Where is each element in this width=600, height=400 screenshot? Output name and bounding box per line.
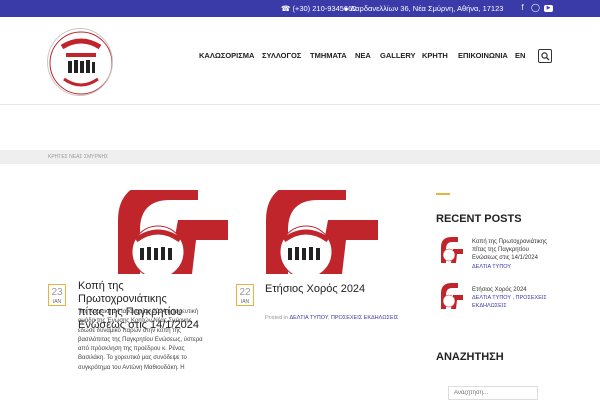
nav-item-association[interactable]: ΣΥΛΛΟΓΟΣ — [262, 51, 301, 60]
meta-prefix: Posted in — [265, 315, 288, 321]
post-thumbnail[interactable] — [78, 190, 238, 274]
recent-title-line: Κοπή της Πρωτοχρονιάτικης — [472, 239, 548, 245]
top-bar: ☎ (+30) 210-9345660 ● Δαρδανελλίων 36, Ν… — [0, 0, 600, 17]
post-day: 23 — [51, 287, 63, 298]
nav-item-welcome[interactable]: ΚΑΛΩΣΟΡΙΣΜΑ — [199, 51, 254, 60]
search-heading: ΑΝΑΖΗΤΗΣΗ — [436, 351, 504, 363]
nav-item-contact[interactable]: ΕΠΙΚΟΙΝΩΝΙΑ — [458, 51, 508, 60]
category-link[interactable]: ΠΡΟΣΕΧΕΙΣ ΕΚΔΗΛΩΣΕΙΣ — [331, 315, 399, 321]
sidebar-search-input[interactable] — [448, 386, 538, 400]
excerpt-line: από πρόσκληση της προέδρου κ. Ρένας — [78, 346, 185, 353]
nav-item-news[interactable]: ΝΕΑ — [355, 51, 371, 60]
post-day: 22 — [239, 287, 251, 298]
excerpt-line: συγκρότημα του Αντώνη Μαθιουδάκη. Η — [78, 364, 185, 371]
recent-title-line: Ετήσιος Χορός 2024 — [472, 287, 527, 293]
post-month: ΙΑΝ — [240, 299, 250, 305]
post-date: 22 ΙΑΝ — [236, 284, 254, 306]
recent-cat-line: ΔΕΛΤΙΑ ΤΥΠΟΥ — [472, 264, 512, 270]
youtube-icon[interactable]: ▶ — [544, 5, 553, 12]
recent-post-thumbnail[interactable] — [436, 283, 464, 309]
recent-posts-heading: RECENT POSTS — [436, 213, 522, 225]
post-title[interactable]: Ετήσιος Χορός 2024 — [265, 283, 365, 296]
excerpt-line: Βασιλάκη. Το χορευτικό μας συνόδεψε το — [78, 355, 187, 362]
page-title-band — [0, 106, 600, 150]
search-icon — [540, 51, 549, 60]
recent-post-title[interactable]: Ετήσιος Χορός 2024 — [472, 286, 567, 294]
instagram-icon[interactable]: ◯ — [531, 3, 540, 13]
breadcrumb-text[interactable]: ΚΡΗΤΕΣ ΝΕΑΣ ΣΜΥΡΝΗΣ — [48, 154, 108, 160]
post-excerpt: Την Κυριακή 14 Ιανουαρίου 2024 η χορευτι… — [78, 308, 238, 373]
address: ● Δαρδανελλίων 36, Νέα Σμύρνη, Αθήνα, 17… — [344, 4, 503, 13]
nav-item-departments[interactable]: ΤΜΗΜΑΤΑ — [310, 51, 347, 60]
recent-title-line: πίτας της Παγκρητίου — [472, 247, 529, 253]
address-text: Δαρδανελλίων 36, Νέα Σμύρνη, Αθήνα, 1712… — [350, 4, 504, 13]
site-logo[interactable] — [47, 28, 113, 96]
recent-post-category[interactable]: ΔΕΛΤΙΑ ΤΥΠΟΥ — [472, 263, 567, 271]
nav-item-en[interactable]: EN — [515, 51, 525, 60]
post-title-line: Πρωτοχρονιάτικης — [78, 293, 167, 305]
map-marker-icon: ● — [344, 4, 349, 13]
post-month: ΙΑΝ — [52, 299, 62, 305]
recent-cat-line: ΔΕΛΤΙΑ ΤΥΠΟΥ , ΠΡΟΣΕΧΕΙΣ — [472, 295, 547, 301]
nav-item-gallery[interactable]: GALLERY — [380, 51, 416, 60]
recent-post-category[interactable]: ΔΕΛΤΙΑ ΤΥΠΟΥ , ΠΡΟΣΕΧΕΙΣ ΕΚΔΗΛΩΣΕΙΣ — [472, 294, 567, 310]
post-thumbnail[interactable] — [248, 190, 410, 274]
recent-cat-line: ΕΚΔΗΛΩΣΕΙΣ — [472, 303, 507, 309]
breadcrumb: ΚΡΗΤΕΣ ΝΕΑΣ ΣΜΥΡΝΗΣ — [0, 150, 600, 164]
phone-icon: ☎ — [281, 4, 291, 13]
nav-item-crete[interactable]: ΚΡΗΤΗ — [422, 51, 448, 60]
post-meta: Posted in ΔΕΛΤΙΑ ΤΥΠΟΥ, ΠΡΟΣΕΧΕΙΣ ΕΚΔΗΛΩ… — [265, 315, 398, 321]
excerpt-line: έδωσε δυναμικό παρών στην κοπή της — [78, 327, 181, 334]
excerpt-line: βασιλόπιτας της Παγκρητίου Ενώσεως, ύστε… — [78, 336, 203, 343]
category-link[interactable]: ΔΕΛΤΙΑ ΤΥΠΟΥ — [289, 315, 327, 321]
recent-title-line: Ενώσεως στις 14/1/2024 — [472, 255, 538, 261]
excerpt-line: ομάδα της Ένωσης Κρητών Νέας Σμύρνης — [78, 318, 192, 325]
recent-post-title[interactable]: Κοπή της Πρωτοχρονιάτικης πίτας της Παγκ… — [472, 238, 567, 262]
excerpt-line: Την Κυριακή 14 Ιανουαρίου 2024 η χορευτι… — [78, 309, 199, 315]
post-title-line: Κοπή της — [78, 280, 124, 292]
facebook-icon[interactable]: f — [518, 3, 527, 13]
post-date: 23 ΙΑΝ — [48, 284, 66, 306]
recent-post-thumbnail[interactable] — [436, 237, 464, 263]
site-header: ΚΑΛΩΣΟΡΙΣΜΑ ΣΥΛΛΟΓΟΣ ΤΜΗΜΑΤΑ ΝΕΑ GALLERY… — [0, 17, 600, 105]
header-search-button[interactable] — [538, 49, 552, 63]
heading-accent — [436, 193, 450, 195]
